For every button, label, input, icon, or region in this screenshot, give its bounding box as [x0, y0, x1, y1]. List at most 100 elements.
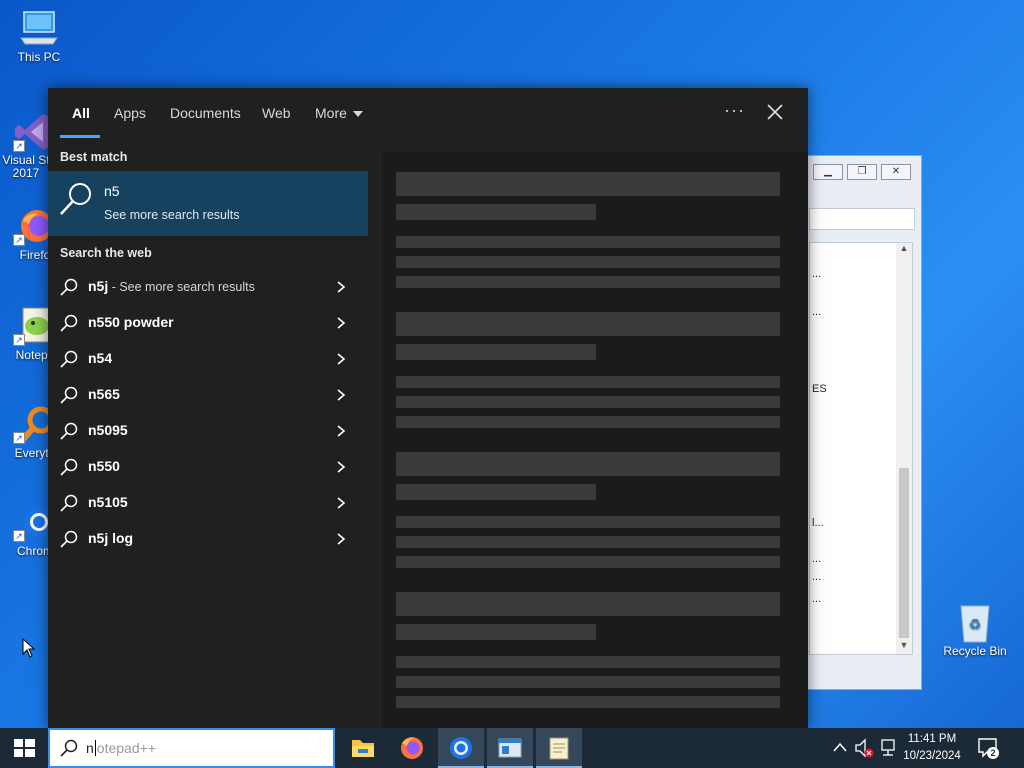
recycle-bin-icon: ♻ [953, 602, 997, 643]
skeleton-title-bar [396, 452, 780, 476]
taskbar-clock[interactable]: 11:41 PM 10/23/2024 [900, 731, 964, 765]
svg-text:♻: ♻ [969, 617, 982, 633]
skeleton-line [396, 276, 780, 288]
web-result-text: n565 [88, 386, 120, 402]
web-result-text: n5j - See more search results [88, 278, 255, 294]
search-icon [60, 278, 78, 296]
scroll-up-icon[interactable]: ▲ [896, 243, 912, 257]
search-icon [60, 739, 78, 757]
chevron-right-icon [336, 496, 346, 509]
mouse-pointer-icon [22, 637, 36, 658]
close-button[interactable]: ✕ [881, 164, 911, 180]
maximize-button[interactable]: ❐ [847, 164, 877, 180]
content-fragment: ... [812, 306, 822, 318]
background-window[interactable]: ▁ ❐ ✕ ... ... ES l... ... ... ... ▲ ▼ [800, 155, 922, 690]
results-list: Best match n5 See more search results Se… [48, 138, 368, 728]
desktop-icon-label: Visual St 2017 [2, 154, 50, 180]
tab-web[interactable]: Web [262, 105, 291, 121]
volume-muted-icon[interactable] [852, 728, 876, 768]
search-icon [60, 458, 78, 476]
chevron-down-icon [352, 111, 363, 118]
content-fragment: ... [812, 268, 822, 280]
chevron-right-icon [336, 280, 346, 293]
tab-all[interactable]: All [72, 105, 90, 121]
tray-overflow-chevron-up-icon[interactable] [830, 728, 850, 768]
skeleton-line [396, 236, 780, 248]
taskbar-search-box[interactable]: n otepad++ [48, 728, 335, 768]
shortcut-arrow-icon: ↗ [13, 140, 25, 152]
skeleton-line [396, 396, 780, 408]
web-results-list: n5j - See more search results n550 powde… [48, 268, 368, 556]
skeleton-line [396, 556, 780, 568]
window-caption-buttons: ▁ ❐ ✕ [813, 164, 911, 180]
taskbar-firefox[interactable] [389, 728, 435, 768]
web-result-item[interactable]: n5095 [48, 412, 368, 448]
skeleton-line [396, 656, 780, 668]
shortcut-arrow-icon: ↗ [13, 234, 25, 246]
content-fragment: ... [812, 593, 822, 605]
web-result-item[interactable]: n565 [48, 376, 368, 412]
notification-count-badge: 2 [987, 747, 999, 759]
chevron-right-icon [336, 424, 346, 437]
web-result-item[interactable]: n5j log [48, 520, 368, 556]
taskbar-file-explorer[interactable] [340, 728, 386, 768]
preview-pane-loading [383, 152, 808, 728]
desktop-icon-this-pc[interactable]: This PC [4, 8, 74, 64]
scroll-down-icon[interactable]: ▼ [896, 640, 912, 654]
network-icon[interactable] [877, 728, 899, 768]
skeleton-title-bar [396, 172, 780, 196]
skeleton-line [396, 536, 780, 548]
web-result-item[interactable]: n5105 [48, 484, 368, 520]
web-result-text: n550 powder [88, 314, 174, 330]
start-button[interactable] [0, 728, 48, 768]
tab-documents[interactable]: Documents [170, 105, 241, 121]
taskbar-window-app[interactable] [487, 728, 533, 768]
more-options-icon[interactable]: ··· [724, 100, 745, 121]
tab-more[interactable]: More [315, 105, 363, 121]
close-icon[interactable] [764, 101, 786, 123]
chevron-right-icon [336, 460, 346, 473]
tab-more-label: More [315, 105, 347, 121]
desktop-icon-recycle-bin[interactable]: ♻ Recycle Bin [940, 602, 1010, 658]
notepad-icon [549, 737, 569, 760]
content-fragment: ES [812, 383, 827, 395]
web-result-text: n54 [88, 350, 113, 366]
search-icon [60, 530, 78, 548]
search-icon [60, 422, 78, 440]
skeleton-title-bar [396, 592, 780, 616]
web-result-item[interactable]: n54 [48, 340, 368, 376]
best-match-heading: Best match [60, 150, 128, 164]
web-result-item[interactable]: n550 powder [48, 304, 368, 340]
best-match-item[interactable]: n5 See more search results [48, 171, 368, 236]
search-query: n otepad++ [86, 740, 156, 756]
search-icon [60, 386, 78, 404]
address-bar[interactable] [809, 208, 915, 230]
skeleton-line [396, 256, 780, 268]
vertical-scrollbar[interactable]: ▲ ▼ [896, 243, 912, 654]
taskbar-chrome[interactable] [438, 728, 484, 768]
taskbar: n otepad++ 11:41 PM 10/23/2024 2 [0, 728, 1024, 768]
web-result-item[interactable]: n5j - See more search results [48, 268, 368, 304]
shortcut-arrow-icon: ↗ [13, 432, 25, 444]
skeleton-line [396, 696, 780, 708]
search-autocomplete-text: otepad++ [96, 740, 156, 756]
desktop-icon-label: This PC [17, 50, 61, 64]
taskbar-notepad[interactable] [536, 728, 582, 768]
search-icon [60, 494, 78, 512]
tab-apps[interactable]: Apps [114, 105, 146, 121]
skeleton-subtitle-bar [396, 484, 596, 500]
chevron-right-icon [336, 352, 346, 365]
skeleton-subtitle-bar [396, 624, 596, 640]
web-result-item[interactable]: n550 [48, 448, 368, 484]
search-icon [60, 350, 78, 368]
minimize-button[interactable]: ▁ [813, 164, 843, 180]
web-result-query: n5j [88, 278, 109, 294]
web-result-text: n5105 [88, 494, 128, 510]
web-result-suffix: - See more search results [108, 280, 255, 294]
skeleton-line [396, 416, 780, 428]
content-fragment: ... [812, 553, 822, 565]
firefox-icon [401, 737, 423, 759]
scrollbar-thumb[interactable] [899, 468, 909, 638]
shortcut-arrow-icon: ↗ [13, 334, 25, 346]
search-icon [58, 181, 94, 217]
